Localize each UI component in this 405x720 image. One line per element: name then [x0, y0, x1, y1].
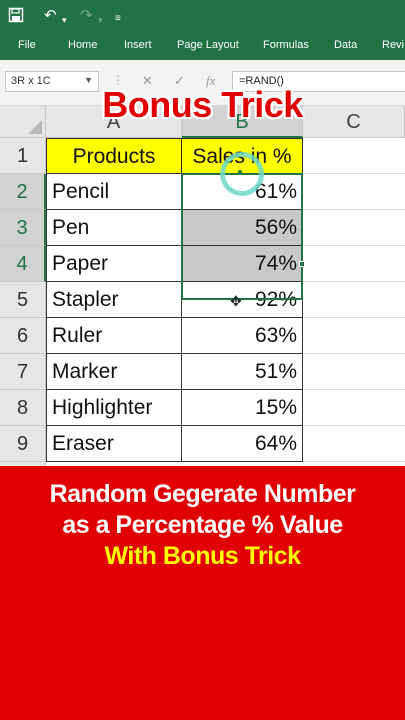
ribbon-tabs: File Home Insert Page Layout Formulas Da…: [0, 34, 405, 60]
tab-formulas[interactable]: Formulas: [263, 39, 309, 51]
overlay-title: Bonus Trick: [102, 84, 303, 125]
cell-product-paper[interactable]: Paper: [46, 246, 182, 282]
undo-icon[interactable]: ↶: [44, 7, 57, 25]
cell-c6[interactable]: [303, 318, 405, 354]
cell-sales-paper[interactable]: 74%: [182, 246, 303, 282]
click-indicator-icon: [220, 152, 264, 196]
banner-line-1: Random Gegerate Number: [49, 480, 356, 508]
tab-review[interactable]: Revi: [382, 39, 404, 51]
cell-c4[interactable]: [303, 246, 405, 282]
banner-line-2: as a Percentage % Value: [62, 511, 343, 539]
cell-product-stapler[interactable]: Stapler: [46, 282, 182, 318]
header-cell-products[interactable]: Products: [46, 138, 182, 174]
row-header-5[interactable]: 5: [0, 282, 46, 318]
customize-toolbar-icon[interactable]: ≡: [115, 10, 121, 28]
click-dot-icon: [238, 170, 242, 174]
row-header-6[interactable]: 6: [0, 318, 46, 354]
row-header-1[interactable]: 1: [0, 138, 46, 174]
cell-sales-highlighter[interactable]: 15%: [182, 390, 303, 426]
row-header-8[interactable]: 8: [0, 390, 46, 426]
cell-cursor-icon: ✥: [230, 293, 242, 309]
tab-page-layout[interactable]: Page Layout: [177, 39, 239, 51]
cell-sales-stapler[interactable]: 92%: [182, 282, 303, 318]
cell-c1[interactable]: [303, 138, 405, 174]
redo-dropdown-icon[interactable]: ▾: [98, 11, 103, 29]
fill-handle[interactable]: [299, 261, 305, 267]
row-header-2[interactable]: 2: [0, 174, 46, 210]
redo-icon[interactable]: ↷: [80, 7, 93, 25]
row-header-9[interactable]: 9: [0, 426, 46, 462]
cell-product-highlighter[interactable]: Highlighter: [46, 390, 182, 426]
row-header-3[interactable]: 3: [0, 210, 46, 246]
undo-dropdown-icon[interactable]: ▾: [62, 11, 67, 29]
cell-c5[interactable]: [303, 282, 405, 318]
caption-banner: Random Gegerate Number as a Percentage %…: [0, 466, 405, 720]
save-icon[interactable]: [8, 7, 24, 28]
tab-data[interactable]: Data: [334, 39, 357, 51]
banner-line-3: With Bonus Trick: [104, 542, 301, 570]
cell-c9[interactable]: [303, 426, 405, 462]
cell-c2[interactable]: [303, 174, 405, 210]
worksheet-grid: A B C 1 2 3 4 5 6 7 8 9 10 Products Sale…: [0, 106, 405, 498]
cell-c8[interactable]: [303, 390, 405, 426]
tab-home[interactable]: Home: [68, 39, 97, 51]
row-header-4[interactable]: 4: [0, 246, 46, 282]
cell-sales-ruler[interactable]: 63%: [182, 318, 303, 354]
cell-c3[interactable]: [303, 210, 405, 246]
cell-sales-pen[interactable]: 56%: [182, 210, 303, 246]
title-bar: ↶ ▾ ↷ ▾ ≡: [0, 0, 405, 34]
row-header-7[interactable]: 7: [0, 354, 46, 390]
tab-file[interactable]: File: [18, 39, 36, 51]
cell-product-marker[interactable]: Marker: [46, 354, 182, 390]
cell-product-ruler[interactable]: Ruler: [46, 318, 182, 354]
cell-product-pencil[interactable]: Pencil: [46, 174, 182, 210]
cell-product-pen[interactable]: Pen: [46, 210, 182, 246]
cell-sales-eraser[interactable]: 64%: [182, 426, 303, 462]
cell-c7[interactable]: [303, 354, 405, 390]
cell-product-eraser[interactable]: Eraser: [46, 426, 182, 462]
tab-insert[interactable]: Insert: [124, 39, 152, 51]
cell-sales-marker[interactable]: 51%: [182, 354, 303, 390]
